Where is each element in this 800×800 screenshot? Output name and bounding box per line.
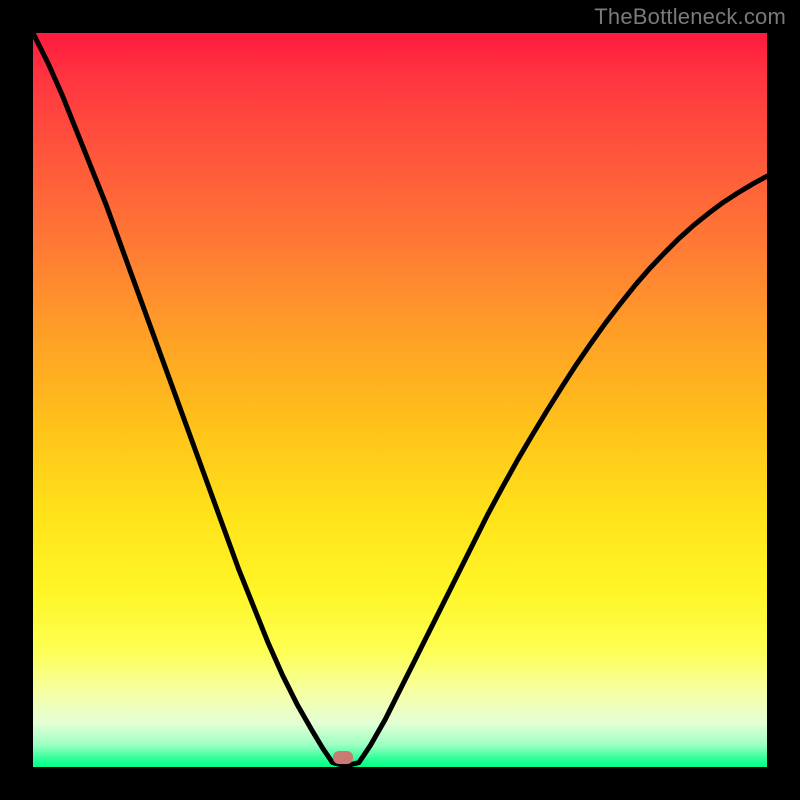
watermark-text: TheBottleneck.com: [594, 4, 786, 30]
plot-area: [33, 33, 767, 767]
minimum-marker: [333, 751, 353, 764]
chart-frame: TheBottleneck.com: [0, 0, 800, 800]
bottleneck-curve: [33, 33, 767, 765]
curve-svg: [33, 33, 767, 767]
